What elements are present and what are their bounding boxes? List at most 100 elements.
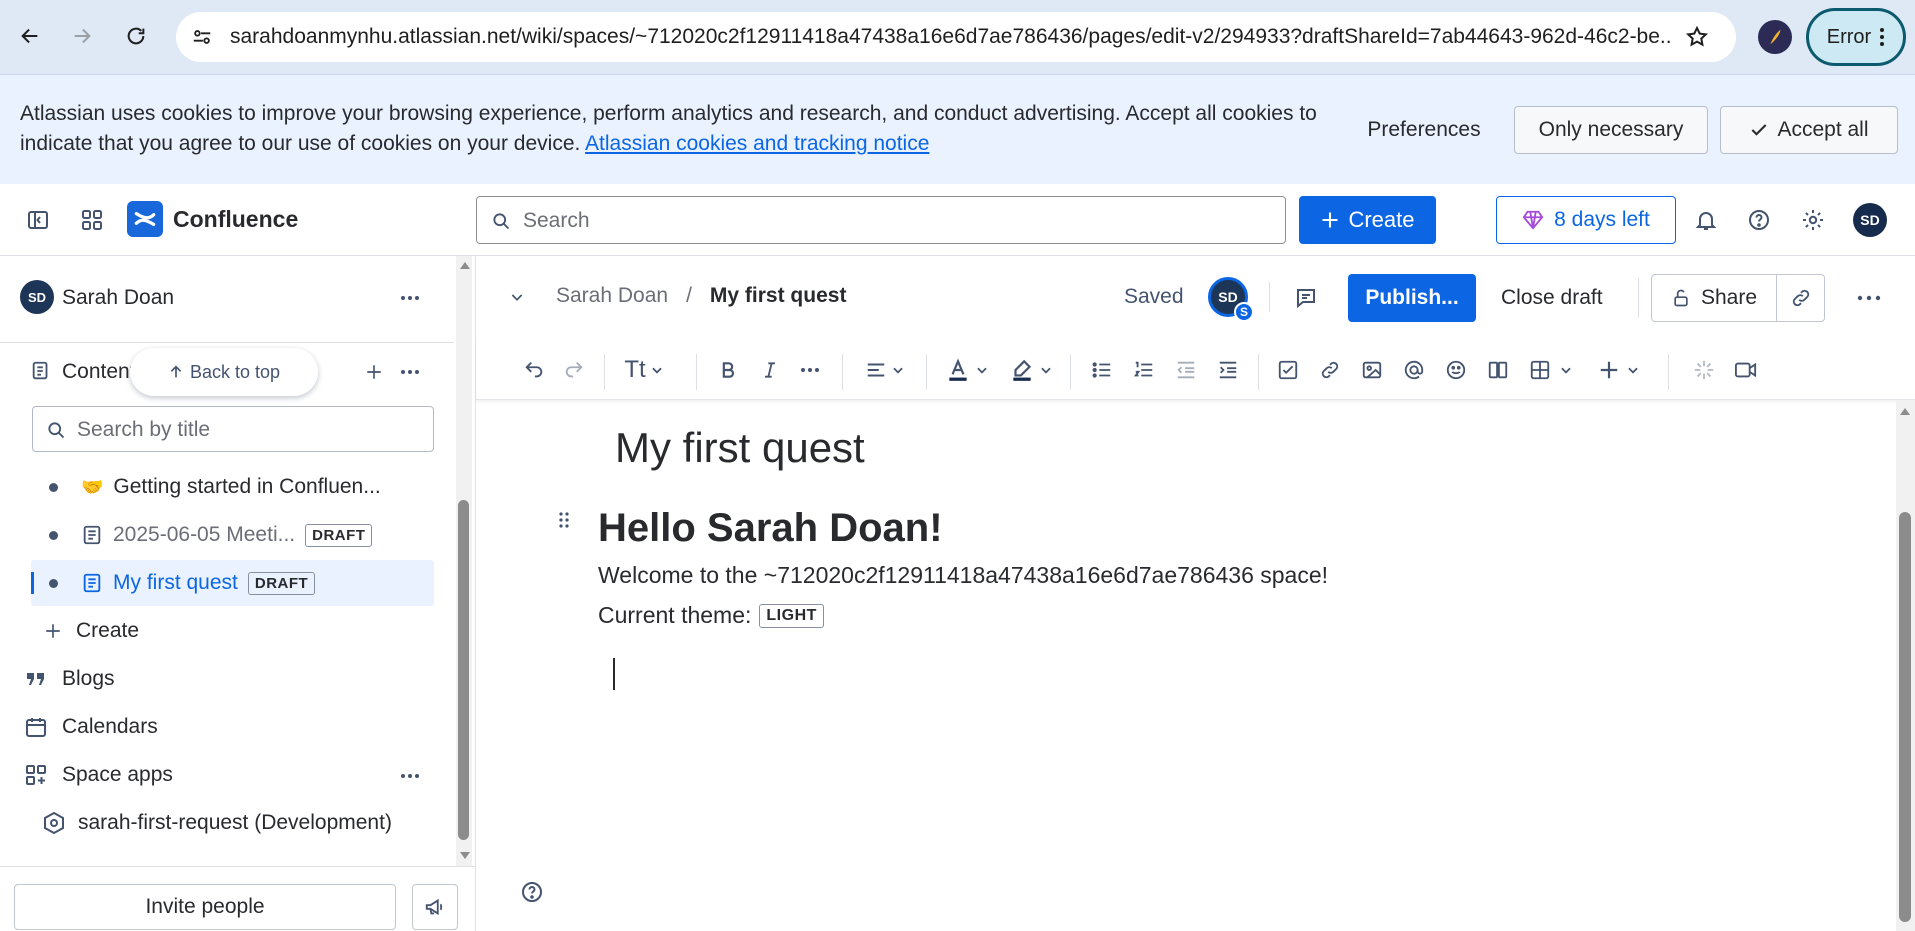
editor-scrollbar[interactable] xyxy=(1896,400,1915,931)
notifications-bell-icon[interactable] xyxy=(1692,206,1720,234)
back-arrow-icon[interactable] xyxy=(14,20,46,52)
emoji-icon[interactable] xyxy=(1440,354,1472,386)
scrollbar-thumb[interactable] xyxy=(1899,512,1911,922)
help-icon[interactable] xyxy=(1745,206,1773,234)
ai-sparkle-icon[interactable] xyxy=(1688,354,1720,386)
product-name[interactable]: Confluence xyxy=(173,206,298,233)
sidebar-item-space-apps[interactable]: Space apps xyxy=(24,755,173,795)
divider xyxy=(1258,354,1259,390)
drag-handle-icon[interactable] xyxy=(556,510,572,530)
scroll-up-arrow-icon[interactable] xyxy=(1900,408,1910,415)
breadcrumb-space[interactable]: Sarah Doan xyxy=(556,284,668,308)
close-draft-button[interactable]: Close draft xyxy=(1501,286,1603,310)
tree-item-my-first-quest[interactable]: My first quest DRAFT xyxy=(31,560,434,606)
text-color-icon[interactable] xyxy=(940,354,994,386)
content-more-icon[interactable] xyxy=(396,362,424,382)
alignment-dropdown-icon[interactable] xyxy=(858,354,912,386)
editor-content[interactable]: My first quest Hello Sarah Doan! Welcome… xyxy=(476,400,1915,931)
copy-link-icon[interactable] xyxy=(1777,274,1825,322)
bullet-list-icon[interactable] xyxy=(1086,354,1118,386)
content-heading[interactable]: Hello Sarah Doan! xyxy=(598,506,943,551)
sidebar-item-app[interactable]: sarah-first-request (Development) xyxy=(42,803,392,843)
italic-icon[interactable] xyxy=(754,354,786,386)
user-avatar[interactable]: SD xyxy=(1853,203,1887,237)
text-style-label: Tt xyxy=(624,356,646,383)
publish-button[interactable]: Publish... xyxy=(1348,274,1476,322)
forward-arrow-icon[interactable] xyxy=(66,20,98,52)
add-content-plus-icon[interactable] xyxy=(361,359,387,385)
undo-icon[interactable] xyxy=(518,354,550,386)
action-item-checkbox-icon[interactable] xyxy=(1272,354,1304,386)
scrollbar-thumb[interactable] xyxy=(458,500,469,840)
link-icon[interactable] xyxy=(1314,354,1346,386)
indent-icon[interactable] xyxy=(1212,354,1244,386)
image-icon[interactable] xyxy=(1356,354,1388,386)
accept-all-button[interactable]: Accept all xyxy=(1720,106,1898,154)
create-button[interactable]: Create xyxy=(1299,196,1436,244)
insert-plus-icon[interactable] xyxy=(1592,354,1646,386)
more-actions-icon[interactable] xyxy=(1854,288,1884,308)
tree-item-getting-started[interactable]: 🤝 Getting started in Confluen... xyxy=(31,464,434,510)
space-avatar[interactable]: SD xyxy=(20,280,54,314)
breadcrumb-page[interactable]: My first quest xyxy=(710,284,847,308)
table-icon[interactable] xyxy=(1524,354,1578,386)
url-text[interactable]: sarahdoanmynhu.atlassian.net/wiki/spaces… xyxy=(230,12,1670,62)
outdent-icon[interactable] xyxy=(1170,354,1202,386)
confluence-logo-icon[interactable] xyxy=(127,201,163,237)
draft-badge: DRAFT xyxy=(247,571,316,595)
only-necessary-button[interactable]: Only necessary xyxy=(1514,106,1708,154)
highlight-icon[interactable] xyxy=(1004,354,1058,386)
app-switcher-icon[interactable] xyxy=(78,206,106,234)
settings-gear-icon[interactable] xyxy=(1799,206,1827,234)
trial-button[interactable]: 8 days left xyxy=(1496,196,1676,244)
sidebar-item-calendars[interactable]: Calendars xyxy=(24,707,158,747)
share-button[interactable]: Share xyxy=(1651,274,1777,322)
help-icon[interactable] xyxy=(518,878,546,906)
global-search-input[interactable]: Search xyxy=(476,196,1286,244)
reload-icon[interactable] xyxy=(120,20,152,52)
space-name[interactable]: Sarah Doan xyxy=(62,286,174,310)
search-by-title-input[interactable]: Search by title xyxy=(32,406,434,452)
chevron-down-icon[interactable] xyxy=(506,286,528,308)
theme-line[interactable]: Current theme: LIGHT xyxy=(598,602,824,629)
space-more-icon[interactable] xyxy=(396,288,424,308)
comment-icon[interactable] xyxy=(1292,284,1320,312)
more-formatting-icon[interactable] xyxy=(794,354,826,386)
feedback-megaphone-icon[interactable] xyxy=(412,884,458,930)
site-info-icon[interactable] xyxy=(190,25,214,49)
mention-icon[interactable] xyxy=(1398,354,1430,386)
plus-icon xyxy=(44,622,62,640)
redo-icon[interactable] xyxy=(558,354,590,386)
bold-icon[interactable] xyxy=(712,354,744,386)
tree-item-meeting-notes[interactable]: 2025-06-05 Meeti... DRAFT xyxy=(31,512,434,558)
sidebar-item-blogs[interactable]: Blogs xyxy=(24,659,115,699)
content-tree-icon xyxy=(28,358,54,384)
scroll-down-arrow-icon[interactable] xyxy=(460,852,470,859)
cookie-banner: Atlassian uses cookies to improve your b… xyxy=(0,74,1915,184)
welcome-text[interactable]: Welcome to the ~712020c2f12911418a47438a… xyxy=(598,562,1328,589)
video-icon[interactable] xyxy=(1730,354,1762,386)
cookie-notice-link[interactable]: Atlassian cookies and tracking notice xyxy=(585,132,929,155)
space-apps-more-icon[interactable] xyxy=(396,766,424,786)
scroll-up-arrow-icon[interactable] xyxy=(460,262,470,269)
bookmark-star-icon[interactable] xyxy=(1684,24,1710,50)
numbered-list-icon[interactable] xyxy=(1128,354,1160,386)
create-page-link[interactable]: Create xyxy=(44,611,139,651)
content-label[interactable]: Content xyxy=(62,360,132,384)
back-to-top-label: Back to top xyxy=(189,361,281,382)
page-title[interactable]: My first quest xyxy=(615,424,865,472)
back-to-top-button[interactable]: Back to top xyxy=(130,348,318,396)
address-bar[interactable]: sarahdoanmynhu.atlassian.net/wiki/spaces… xyxy=(176,12,1736,62)
sidebar-scrollbar[interactable] xyxy=(456,256,472,866)
layouts-icon[interactable] xyxy=(1482,354,1514,386)
preferences-button[interactable]: Preferences xyxy=(1349,106,1499,154)
text-style-dropdown[interactable]: Tt xyxy=(616,354,672,386)
profile-error-button[interactable]: Error xyxy=(1806,8,1906,66)
invite-people-button[interactable]: Invite people xyxy=(14,884,396,930)
theme-status-lozenge: LIGHT xyxy=(759,603,824,628)
apps-icon xyxy=(24,763,48,787)
extension-icon[interactable] xyxy=(1758,20,1792,54)
check-icon xyxy=(1749,120,1769,140)
sidebar-toggle-icon[interactable] xyxy=(24,206,52,234)
divider xyxy=(0,866,476,867)
